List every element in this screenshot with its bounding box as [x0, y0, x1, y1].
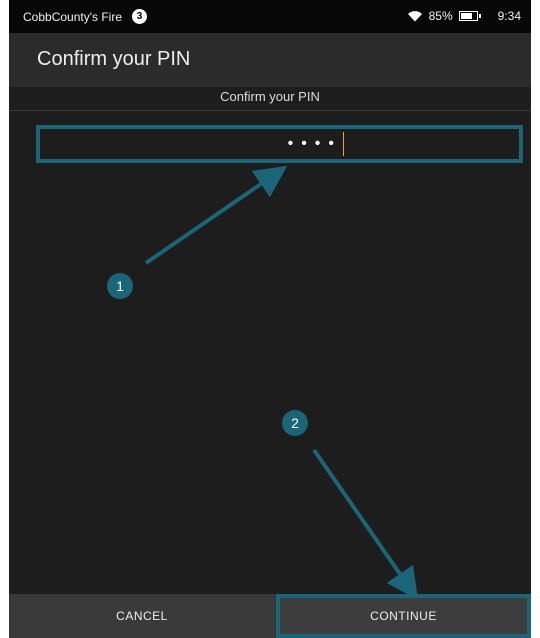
- cancel-button[interactable]: CANCEL: [9, 594, 275, 638]
- screen: CobbCounty's Fire 3 85% 9:34 Confirm you…: [9, 0, 531, 638]
- callout-1: 1: [107, 273, 133, 299]
- callout-2: 2: [282, 410, 308, 436]
- continue-button[interactable]: CONTINUE: [276, 594, 531, 638]
- arrow-to-continue-button: [312, 448, 419, 601]
- annotation-arrows: [144, 165, 419, 601]
- arrow-to-pin-input: [144, 165, 288, 265]
- bottom-action-bar: CANCEL CONTINUE: [9, 594, 531, 638]
